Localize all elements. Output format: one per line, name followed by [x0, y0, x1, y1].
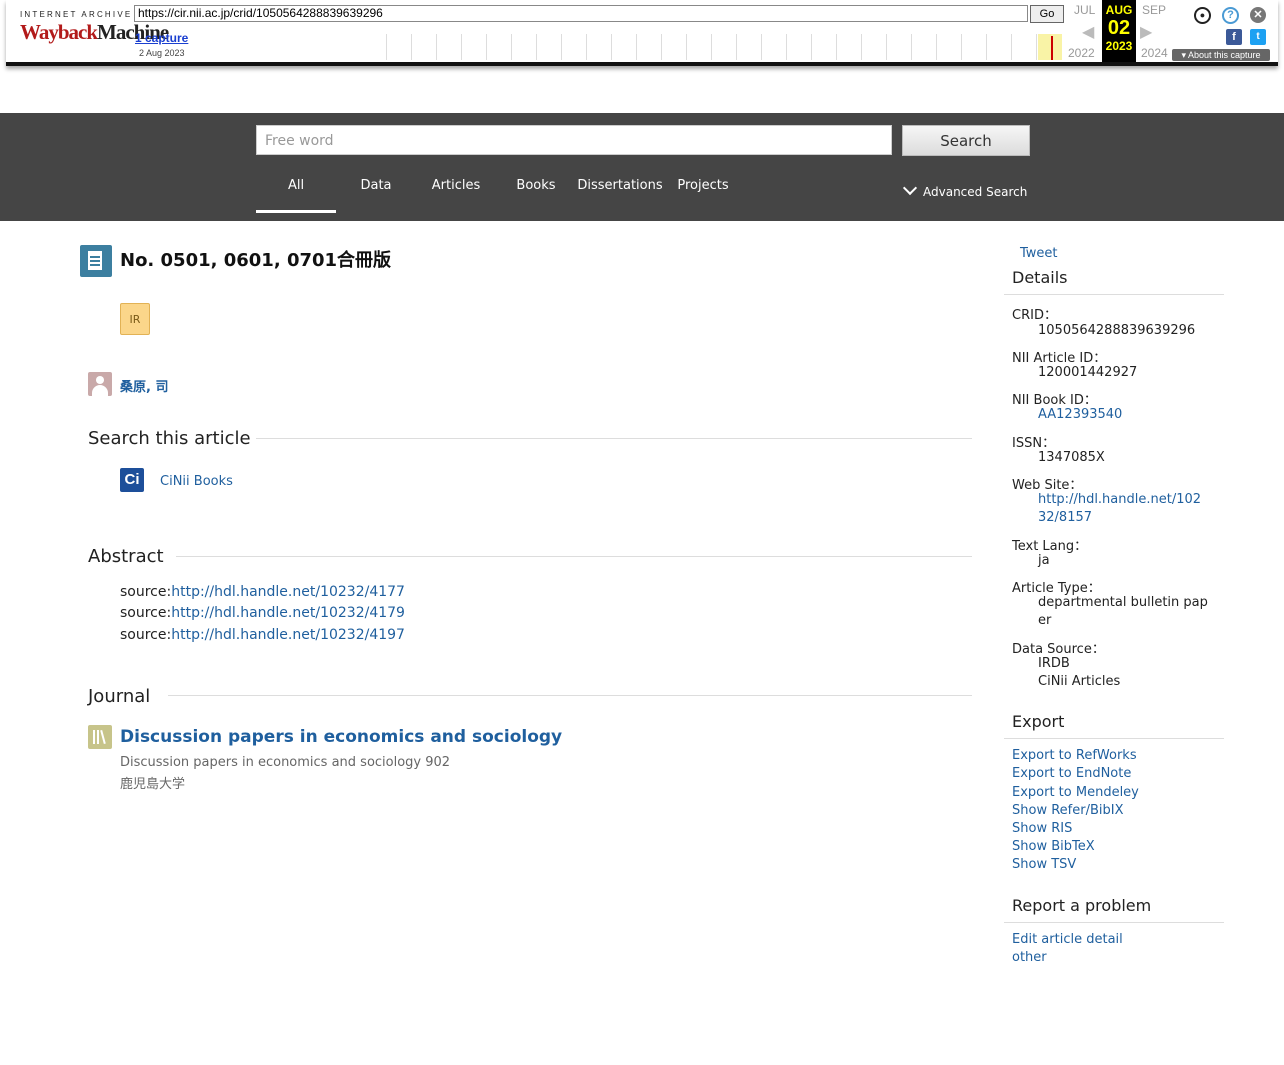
source-link-2[interactable]: http://hdl.handle.net/10232/4179 — [171, 605, 405, 621]
journal-volume: Discussion papers in economics and socio… — [120, 755, 451, 770]
export-endnote-link[interactable]: Export to EndNote — [1012, 766, 1131, 781]
advanced-search-toggle[interactable]: Advanced Search — [902, 180, 1028, 199]
tweet-link[interactable]: Tweet — [1020, 246, 1058, 261]
author-link[interactable]: 桑原, 司 — [120, 376, 168, 395]
person-icon — [88, 372, 112, 396]
divider — [168, 695, 972, 696]
wayback-logo-top: INTERNET ARCHIVE — [20, 10, 133, 19]
crid-label: CRID： — [1012, 308, 1057, 323]
source-link-3[interactable]: http://hdl.handle.net/10232/4197 — [171, 627, 405, 643]
abstract-source: source:http://hdl.handle.net/10232/4197 — [120, 627, 405, 643]
tab-active-indicator — [256, 210, 336, 213]
page-title: No. 0501, 0601, 0701合冊版 — [120, 250, 392, 271]
wayback-go-button[interactable]: Go — [1030, 5, 1064, 23]
divider — [176, 556, 972, 557]
wayback-logo-a: Wayback — [20, 20, 98, 44]
current-month: AUG — [1105, 3, 1133, 17]
source-prefix: source: — [120, 627, 172, 643]
ir-badge: IR — [120, 303, 150, 335]
report-heading: Report a problem — [1012, 896, 1152, 915]
wayback-url-input[interactable]: https://cir.nii.ac.jp/crid/1050564288839… — [134, 5, 1028, 22]
help-icon[interactable]: ? — [1222, 7, 1239, 24]
issn-value: 1347085X — [1038, 450, 1105, 465]
about-capture-label: About this capture — [1187, 50, 1261, 60]
journal-heading: Journal — [88, 686, 151, 707]
wayback-captures-link[interactable]: 1 capture — [135, 31, 188, 45]
abstract-source: source:http://hdl.handle.net/10232/4177 — [120, 584, 405, 600]
search-article-heading: Search this article — [88, 428, 251, 449]
data-source-cinii: CiNii Articles — [1038, 674, 1121, 689]
next-arrow-icon[interactable]: ▶ — [1140, 22, 1152, 42]
sparkline-capture-bar — [1051, 36, 1053, 60]
other-link[interactable]: other — [1012, 950, 1047, 965]
article-type-value: departmental bulletin paper — [1038, 595, 1208, 628]
divider — [256, 438, 972, 439]
lang-value: ja — [1038, 553, 1050, 568]
journal-icon — [88, 725, 112, 749]
next-year[interactable]: 2024 — [1141, 46, 1168, 60]
twitter-icon[interactable]: t — [1250, 29, 1266, 45]
prev-month[interactable]: JUL — [1074, 3, 1095, 17]
divider — [1004, 738, 1224, 739]
abstract-heading: Abstract — [88, 546, 164, 567]
current-day: 02 — [1107, 17, 1131, 39]
facebook-icon[interactable]: f — [1226, 29, 1242, 45]
nii-book-value: AA12393540 — [1038, 406, 1208, 424]
divider — [1004, 922, 1224, 923]
sparkline-highlight — [1038, 34, 1062, 60]
tab-books[interactable]: Books — [496, 178, 576, 193]
user-icon[interactable]: ● — [1194, 7, 1211, 24]
close-icon[interactable]: ✕ — [1250, 7, 1266, 23]
abstract-source: source:http://hdl.handle.net/10232/4179 — [120, 605, 405, 621]
wayback-capture-date: 2 Aug 2023 — [139, 48, 185, 58]
details-heading: Details — [1012, 268, 1068, 287]
wayback-sparkline[interactable] — [362, 34, 1064, 60]
tab-articles[interactable]: Articles — [416, 178, 496, 193]
source-prefix: source: — [120, 584, 172, 600]
export-mendeley-link[interactable]: Export to Mendeley — [1012, 785, 1139, 800]
export-heading: Export — [1012, 712, 1065, 731]
data-source-irdb: IRDB — [1038, 656, 1070, 671]
source-prefix: source: — [120, 605, 172, 621]
wayback-toolbar: INTERNET ARCHIVE WaybackMachine https://… — [6, 0, 1278, 66]
current-capture: AUG 02 2023 — [1102, 0, 1136, 62]
prev-arrow-icon[interactable]: ◀ — [1082, 22, 1094, 42]
show-bibtex-link[interactable]: Show BibTeX — [1012, 839, 1095, 854]
next-month[interactable]: SEP — [1142, 3, 1166, 17]
tab-dissertations[interactable]: Dissertations — [576, 178, 664, 193]
document-icon — [80, 245, 112, 277]
cinii-books-link[interactable]: CiNii Books — [160, 474, 233, 489]
tab-projects[interactable]: Projects — [670, 178, 736, 193]
show-ris-link[interactable]: Show RIS — [1012, 821, 1072, 836]
tab-data[interactable]: Data — [336, 178, 416, 193]
advanced-search-label: Advanced Search — [923, 185, 1028, 199]
source-link-1[interactable]: http://hdl.handle.net/10232/4177 — [171, 584, 405, 600]
tab-all[interactable]: All — [256, 178, 336, 193]
website-value: http://hdl.handle.net/10232/8157 — [1038, 491, 1208, 527]
show-refer-link[interactable]: Show Refer/BibIX — [1012, 803, 1123, 818]
journal-title-link[interactable]: Discussion papers in economics and socio… — [120, 727, 562, 747]
divider — [1004, 294, 1224, 295]
nii-article-value: 120001442927 — [1038, 365, 1138, 380]
search-button[interactable]: Search — [902, 125, 1030, 156]
export-refworks-link[interactable]: Export to RefWorks — [1012, 748, 1137, 763]
crid-value: 1050564288839639296 — [1038, 323, 1196, 338]
prev-year[interactable]: 2022 — [1068, 46, 1095, 60]
current-year: 2023 — [1105, 39, 1133, 53]
search-input[interactable]: Free word — [256, 125, 892, 155]
about-capture-button[interactable]: ▾ About this capture — [1172, 49, 1270, 61]
edit-article-link[interactable]: Edit article detail — [1012, 932, 1123, 947]
nii-book-link[interactable]: AA12393540 — [1038, 407, 1122, 422]
show-tsv-link[interactable]: Show TSV — [1012, 857, 1076, 872]
journal-publisher: 鹿児島大学 — [120, 777, 186, 792]
cinii-icon[interactable]: Ci — [120, 468, 144, 492]
website-link[interactable]: http://hdl.handle.net/10232/8157 — [1038, 492, 1201, 525]
